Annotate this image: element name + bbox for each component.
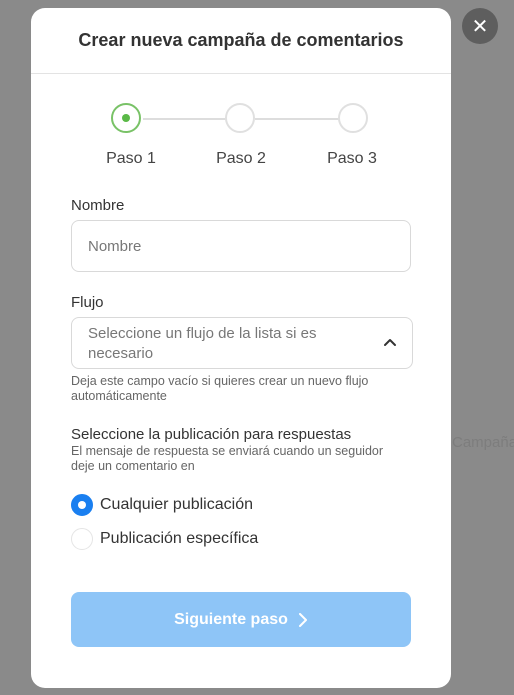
modal-dialog: Crear nueva campaña de comentarios Paso … [31,8,451,688]
step-1-label: Paso 1 [106,150,156,167]
close-icon: ✕ [471,15,489,38]
close-button[interactable]: ✕ [462,8,498,44]
step-1-indicator [111,103,141,133]
name-input[interactable] [71,220,411,272]
modal-title: Crear nueva campaña de comentarios [78,30,404,50]
radio-button-unchecked[interactable] [71,528,93,550]
background-text: Campaña [452,434,514,451]
stepper-connector [255,118,339,120]
radio-button-checked[interactable] [71,494,93,516]
step-3-indicator [338,103,368,133]
publication-section-description: El mensaje de respuesta se enviará cuand… [71,444,384,473]
radio-any-publication[interactable]: Cualquier publicación [71,494,253,516]
radio-specific-publication-label: Publicación específica [100,530,259,547]
chevron-right-icon [298,612,307,627]
next-step-label: Siguiente paso [174,610,288,628]
step-2-label: Paso 2 [216,150,266,167]
flow-field-hint: Deja este campo vacío si quieres crear u… [71,374,369,403]
flow-field-label: Flujo [71,294,104,311]
next-step-button[interactable]: Siguiente paso [71,592,411,647]
flow-select[interactable]: Seleccione un flujo de la lista si es ne… [71,317,413,369]
radio-specific-publication[interactable]: Publicación específica [71,528,258,550]
step-3-label: Paso 3 [327,150,377,167]
flow-select-placeholder: Seleccione un flujo de la lista si es ne… [88,325,317,362]
stepper-connector [143,118,227,120]
modal-header: Crear nueva campaña de comentarios [31,8,451,74]
publication-section-title: Seleccione la publicación para respuesta… [71,426,352,443]
stepper: Paso 1 Paso 2 Paso 3 [31,74,451,169]
step-2-indicator [225,103,255,133]
name-field-label: Nombre [71,197,125,214]
chevron-up-icon [384,339,396,346]
radio-any-publication-label: Cualquier publicación [100,496,253,513]
